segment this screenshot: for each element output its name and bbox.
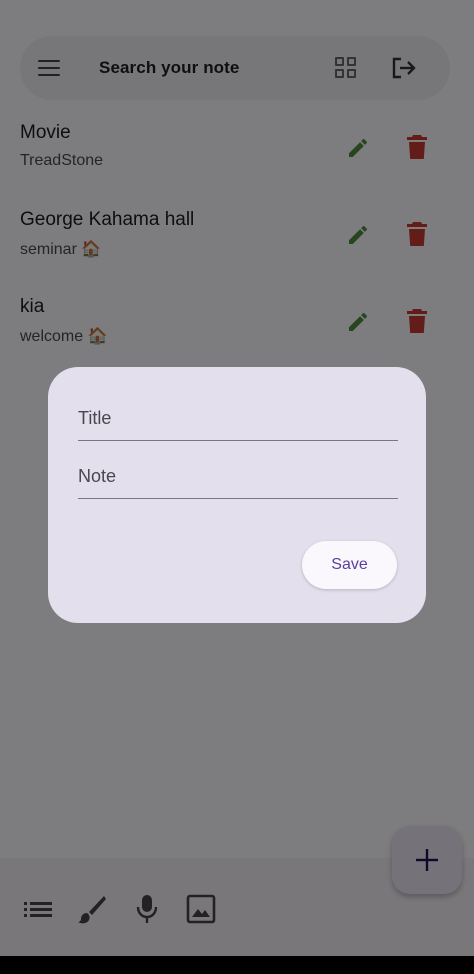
- title-input[interactable]: [78, 391, 398, 440]
- notes-app: Search your note Movie TreadStone George…: [0, 0, 474, 974]
- add-note-dialog: Save: [48, 367, 426, 623]
- save-button[interactable]: Save: [302, 541, 397, 589]
- system-nav-bar: [0, 956, 474, 974]
- note-field[interactable]: [78, 449, 398, 499]
- note-input[interactable]: [78, 449, 398, 498]
- title-field[interactable]: [78, 391, 398, 441]
